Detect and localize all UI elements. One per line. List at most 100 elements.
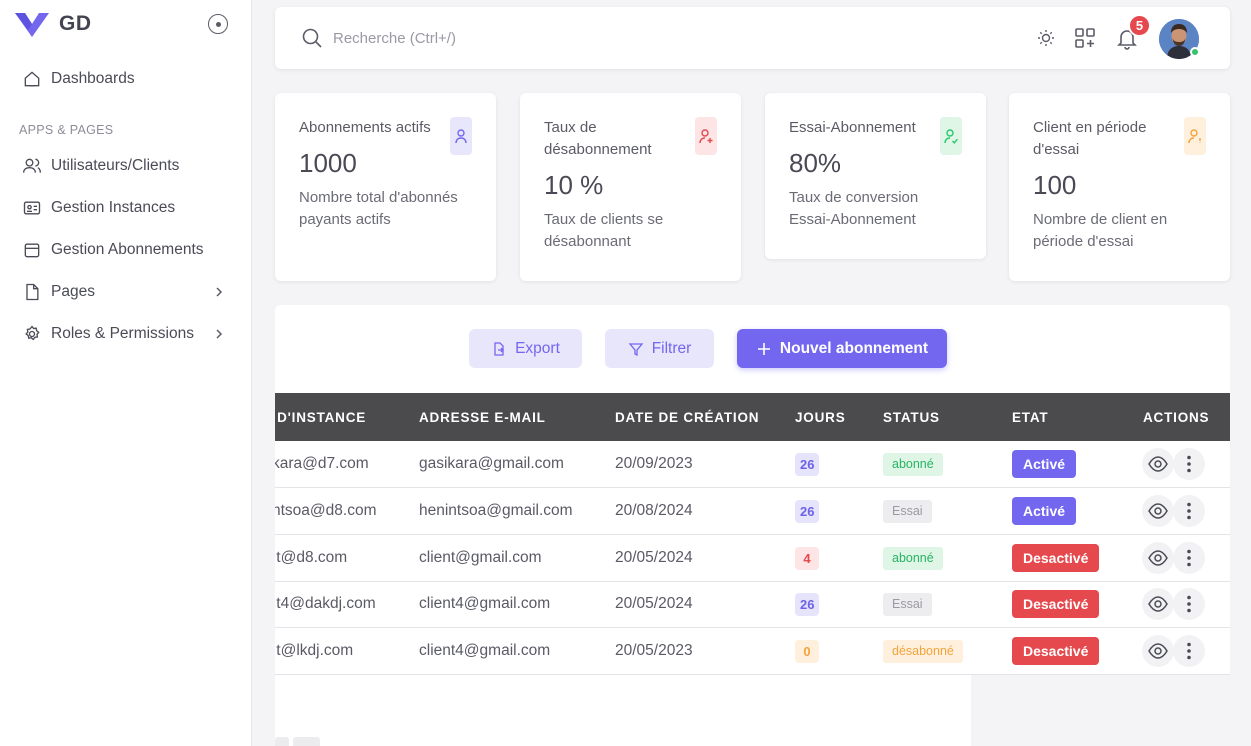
cell-date: 20/05/2023 — [615, 642, 693, 659]
days-badge: 26 — [795, 592, 820, 616]
settings-icon — [25, 325, 40, 341]
status-badge: désabonné — [883, 639, 963, 663]
column-header-status[interactable]: STATUS — [883, 393, 940, 441]
table-header: I D'INSTANCE ADRESSE E-MAIL DATE DE CRÉA… — [275, 393, 1230, 441]
days-badge: 26 — [795, 499, 820, 523]
export-label: Export — [515, 339, 560, 357]
view-button[interactable] — [1142, 495, 1174, 527]
export-icon — [494, 341, 505, 356]
sidebar-item-label: Gestion Abonnements — [51, 241, 204, 258]
sidebar-item-roles[interactable]: Roles & Permissions — [22, 319, 232, 349]
dots-vertical-icon — [1187, 595, 1191, 613]
view-button[interactable] — [1142, 588, 1174, 620]
dots-vertical-icon — [1187, 549, 1191, 567]
cell-instance: kara@d7.com — [275, 455, 369, 472]
apps-grid-icon[interactable] — [1073, 26, 1097, 50]
new-subscription-button[interactable]: Nouvel abonnement — [737, 329, 947, 368]
user-plus-icon — [695, 117, 717, 155]
status-badge: abonné — [883, 546, 943, 570]
panel-background-gap — [971, 675, 1230, 746]
brand-logo-icon — [15, 13, 49, 37]
status-badge: Essai — [883, 592, 932, 616]
more-options-button[interactable] — [1173, 495, 1205, 527]
table-row: kara@d7.com gasikara@gmail.com 20/09/202… — [275, 441, 1230, 488]
column-header-instance[interactable]: I D'INSTANCE — [275, 393, 366, 441]
view-button[interactable] — [1142, 635, 1174, 667]
user-alert-icon — [1184, 117, 1206, 155]
etat-badge[interactable]: Activé — [1012, 450, 1077, 478]
search-icon[interactable] — [300, 26, 324, 50]
etat-badge[interactable]: Activé — [1012, 497, 1077, 525]
export-button[interactable]: Export — [469, 329, 582, 368]
view-button[interactable] — [1142, 448, 1174, 480]
stat-card-trial-conversion: Essai-Abonnement 80% Taux de conversion … — [765, 93, 986, 259]
filter-button[interactable]: Filtrer — [605, 329, 714, 368]
stat-title: Abonnements actifs — [299, 119, 431, 136]
stat-card-churn: Taux de désabonnement 10 % Taux de clien… — [520, 93, 741, 281]
user-check-icon — [940, 117, 962, 155]
sidebar-item-instances[interactable]: Gestion Instances — [22, 193, 232, 223]
sidebar-item-dashboards[interactable]: Dashboards — [22, 64, 232, 94]
eye-icon — [1148, 456, 1168, 472]
status-badge: Essai — [883, 499, 932, 523]
days-badge: 4 — [795, 546, 819, 570]
column-header-email[interactable]: ADRESSE E-MAIL — [419, 393, 546, 441]
pagination-button[interactable] — [293, 737, 320, 746]
etat-badge[interactable]: Desactivé — [1012, 590, 1100, 618]
id-card-icon — [23, 201, 41, 215]
cell-date: 20/08/2024 — [615, 502, 693, 519]
table-row: ıt4@dakdj.com client4@gmail.com 20/05/20… — [275, 581, 1230, 628]
top-bar: 5 — [275, 7, 1230, 69]
cell-email: henintsoa@gmail.com — [419, 502, 573, 519]
sidebar-item-pages[interactable]: Pages — [22, 277, 232, 307]
filter-icon — [628, 342, 644, 356]
sidebar-item-label: Dashboards — [51, 70, 135, 87]
column-header-actions: ACTIONS — [1143, 409, 1210, 425]
chevron-right-icon — [216, 287, 223, 297]
sidebar-item-label: Utilisateurs/Clients — [51, 157, 180, 174]
sidebar-toggle-icon[interactable] — [208, 14, 228, 34]
sidebar-item-label: Pages — [51, 283, 95, 300]
dots-vertical-icon — [1187, 455, 1191, 473]
sidebar-item-label: Roles & Permissions — [51, 325, 194, 342]
stat-value: 100 — [1033, 170, 1077, 200]
stat-value: 10 % — [544, 170, 604, 200]
column-header-days[interactable]: JOURS — [795, 393, 846, 441]
status-badge: abonné — [883, 452, 943, 476]
more-options-button[interactable] — [1173, 542, 1205, 574]
cell-email: client4@gmail.com — [419, 642, 551, 659]
cell-instance: ıt@d8.com — [275, 549, 348, 566]
cell-email: client4@gmail.com — [419, 595, 551, 612]
table-row: ıt@d8.com client@gmail.com 20/05/2024 4 … — [275, 535, 1230, 582]
sidebar-section-label: APPS & PAGES — [19, 123, 114, 137]
column-header-date[interactable]: DATE DE CRÉATION — [615, 393, 759, 441]
sidebar-item-subscriptions[interactable]: Gestion Abonnements — [22, 235, 232, 265]
days-badge: 26 — [795, 452, 820, 476]
days-badge: 0 — [795, 639, 819, 663]
home-icon — [24, 71, 40, 87]
etat-badge[interactable]: Desactivé — [1012, 544, 1100, 572]
stat-value: 80% — [789, 148, 842, 178]
chevron-right-icon — [216, 329, 223, 339]
search-input[interactable] — [333, 26, 753, 50]
dots-vertical-icon — [1187, 502, 1191, 520]
table-row: ıt@lkdj.com client4@gmail.com 20/05/2023… — [275, 628, 1230, 675]
stat-desc: Nombre total d'abonnés payants actifs — [299, 189, 458, 228]
sun-icon[interactable] — [1034, 26, 1058, 50]
more-options-button[interactable] — [1173, 448, 1205, 480]
column-header-etat[interactable]: ETAT — [1012, 393, 1048, 441]
etat-badge[interactable]: Desactivé — [1012, 637, 1100, 665]
subscriptions-table: I D'INSTANCE ADRESSE E-MAIL DATE DE CRÉA… — [275, 393, 1230, 675]
view-button[interactable] — [1142, 542, 1174, 574]
more-options-button[interactable] — [1173, 635, 1205, 667]
stat-desc: Nombre de client en période d'essai — [1033, 211, 1168, 250]
stat-title: Essai-Abonnement — [789, 119, 916, 136]
more-options-button[interactable] — [1173, 588, 1205, 620]
cell-email: gasikara@gmail.com — [419, 455, 564, 472]
sidebar-item-users[interactable]: Utilisateurs/Clients — [22, 151, 232, 181]
pagination-button[interactable] — [275, 737, 289, 746]
cell-date: 20/05/2024 — [615, 595, 693, 612]
brand[interactable]: GD — [14, 8, 92, 40]
sidebar-item-label: Gestion Instances — [51, 199, 176, 216]
stat-title: Taux de désabonnement — [544, 119, 652, 158]
